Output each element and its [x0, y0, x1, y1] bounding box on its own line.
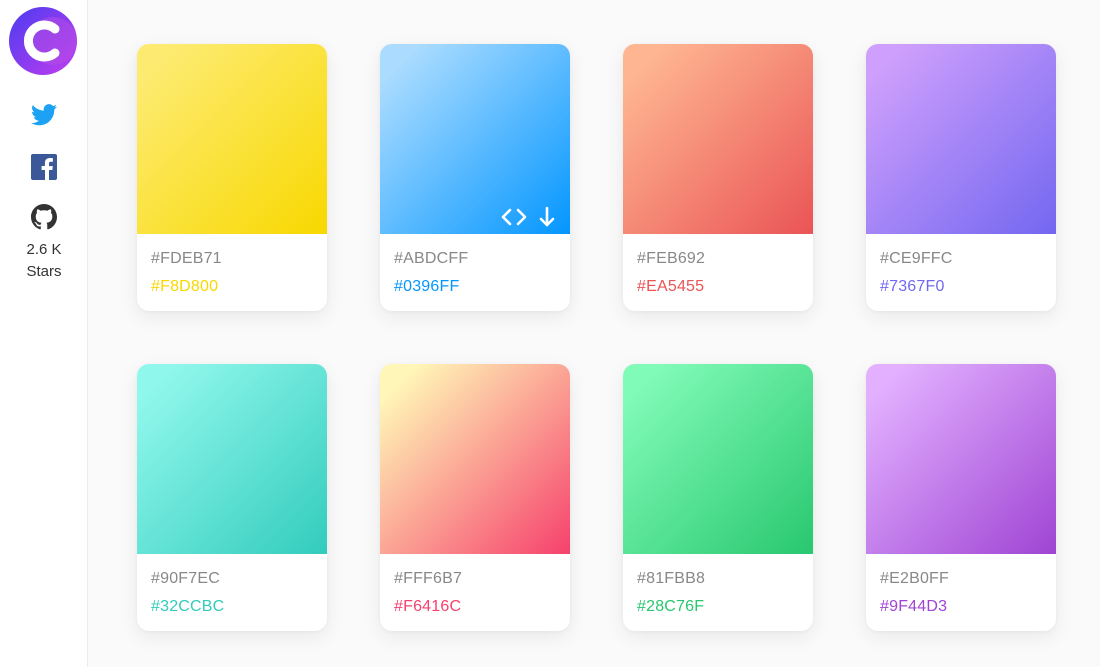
brand-logo-icon[interactable] — [9, 7, 77, 75]
end-color-code[interactable]: #28C76F — [637, 597, 813, 617]
end-color-code[interactable]: #9F44D3 — [880, 597, 1056, 617]
gradient-swatch[interactable] — [380, 44, 570, 234]
gradient-swatch[interactable] — [866, 364, 1056, 554]
end-color-code[interactable]: #32CCBC — [151, 597, 327, 617]
start-color-code[interactable]: #90F7EC — [151, 569, 327, 589]
gradient-swatch[interactable] — [866, 44, 1056, 234]
end-color-code[interactable]: #F8D800 — [151, 277, 327, 297]
gradient-card[interactable]: #FEB692 #EA5455 — [623, 44, 813, 311]
facebook-icon — [31, 154, 57, 180]
gradient-card[interactable]: #FFF6B7 #F6416C — [380, 364, 570, 631]
gradient-swatch[interactable] — [623, 364, 813, 554]
start-color-code[interactable]: #FEB692 — [637, 249, 813, 269]
twitter-icon — [31, 104, 57, 126]
stars-label: Stars — [26, 263, 62, 280]
gradient-card[interactable]: #81FBB8 #28C76F — [623, 364, 813, 631]
start-color-code[interactable]: #FDEB71 — [151, 249, 327, 269]
gradient-swatch[interactable] — [380, 364, 570, 554]
gradient-card[interactable]: #ABDCFF #0396FF — [380, 44, 570, 311]
end-color-code[interactable]: #7367F0 — [880, 277, 1056, 297]
sidebar: 2.6 K Stars — [0, 0, 88, 667]
end-color-code[interactable]: #F6416C — [394, 597, 570, 617]
github-link[interactable] — [0, 204, 88, 230]
end-color-code[interactable]: #EA5455 — [637, 277, 813, 297]
gradient-swatch[interactable] — [137, 364, 327, 554]
start-color-code[interactable]: #CE9FFC — [880, 249, 1056, 269]
start-color-code[interactable]: #FFF6B7 — [394, 569, 570, 589]
github-icon — [31, 204, 57, 230]
gradient-card[interactable]: #90F7EC #32CCBC — [137, 364, 327, 631]
stars-count: 2.6 K — [26, 241, 62, 258]
gradient-card[interactable]: #CE9FFC #7367F0 — [866, 44, 1056, 311]
gradient-card[interactable]: #E2B0FF #9F44D3 — [866, 364, 1056, 631]
gradient-swatch[interactable] — [623, 44, 813, 234]
github-stars[interactable]: 2.6 K Stars — [0, 239, 88, 283]
end-color-code[interactable]: #0396FF — [394, 277, 570, 297]
gradient-card[interactable]: #FDEB71 #F8D800 — [137, 44, 327, 311]
start-color-code[interactable]: #E2B0FF — [880, 569, 1056, 589]
start-color-code[interactable]: #ABDCFF — [394, 249, 570, 269]
start-color-code[interactable]: #81FBB8 — [637, 569, 813, 589]
gradient-swatch[interactable] — [137, 44, 327, 234]
twitter-link[interactable] — [0, 104, 88, 126]
code-icon[interactable] — [500, 207, 528, 227]
download-icon[interactable] — [538, 206, 556, 228]
facebook-link[interactable] — [0, 154, 88, 180]
swatch-actions — [500, 206, 556, 228]
